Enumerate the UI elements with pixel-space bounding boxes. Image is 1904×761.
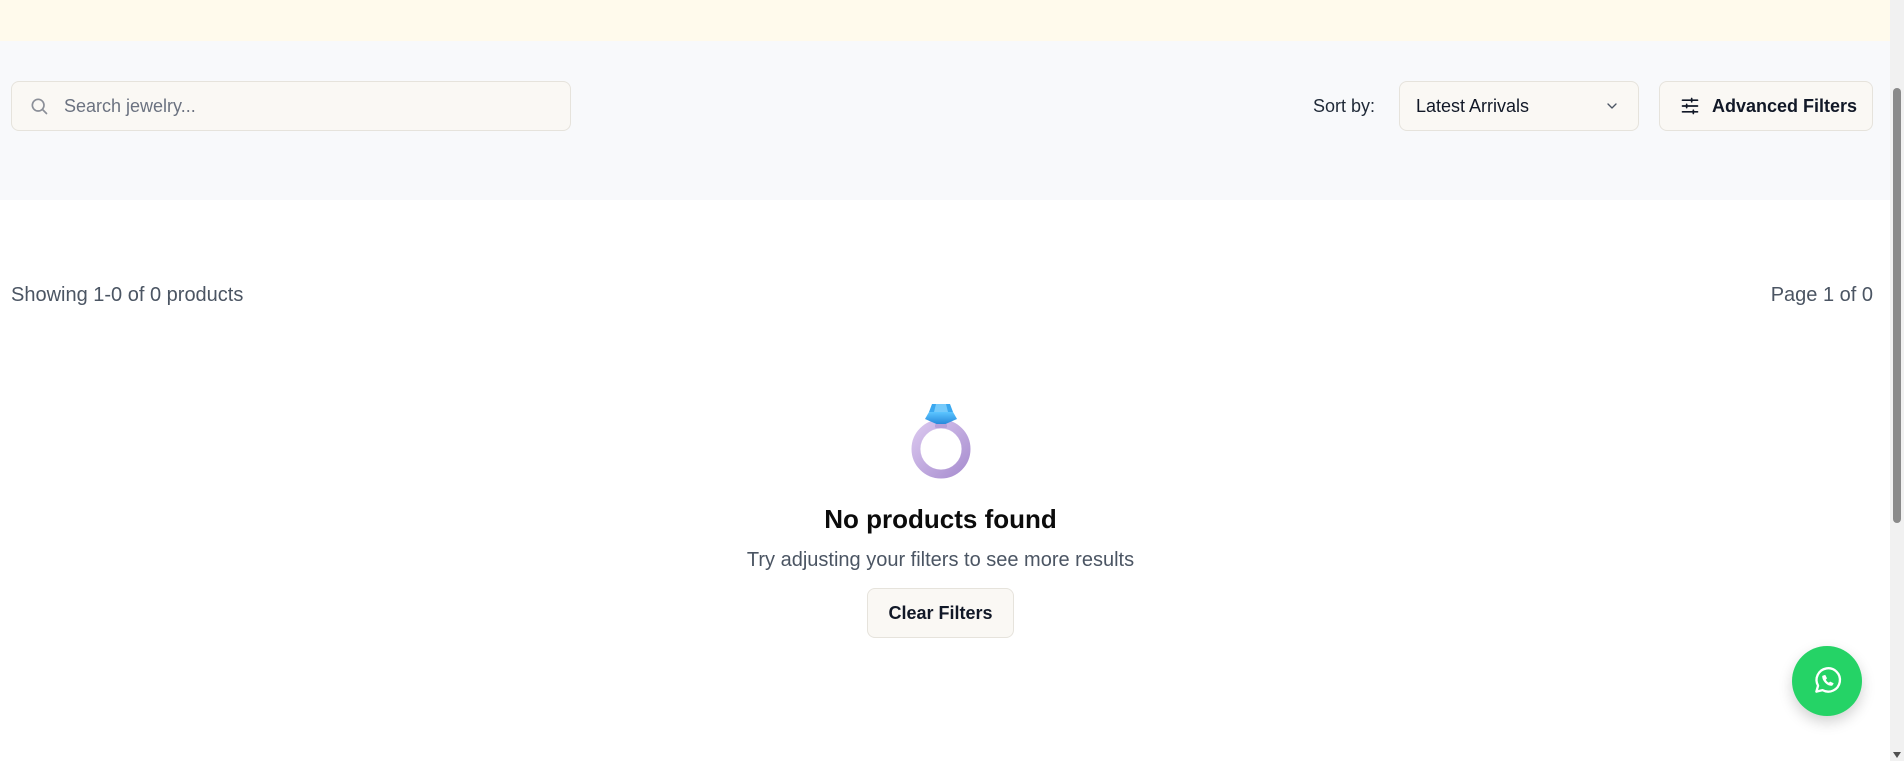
empty-state-title: No products found — [824, 504, 1057, 534]
top-banner-strip — [0, 0, 1890, 41]
sliders-icon — [1680, 96, 1700, 116]
ring-icon — [911, 404, 970, 479]
vertical-scrollbar[interactable] — [1890, 0, 1904, 761]
scrollbar-thumb[interactable] — [1893, 88, 1901, 523]
sort-selected-value: Latest Arrivals — [1416, 95, 1530, 116]
results-count: Showing 1-0 of 0 products — [11, 284, 244, 306]
sort-label: Sort by: — [1313, 96, 1376, 116]
page-indicator: Page 1 of 0 — [1770, 284, 1873, 306]
products-page: Sort by: Latest Arrivals Advan — [0, 0, 1904, 761]
clear-filters-button[interactable]: Clear Filters — [867, 588, 1014, 638]
scroll-down-arrow-icon[interactable] — [1893, 752, 1901, 758]
filter-bar: Sort by: Latest Arrivals Advan — [0, 41, 1890, 200]
advanced-filters-label: Advanced Filters — [1712, 95, 1858, 116]
chevron-down-icon — [1604, 98, 1620, 114]
whatsapp-button[interactable] — [1792, 646, 1862, 716]
empty-state-subtitle: Try adjusting your filters to see more r… — [746, 549, 1135, 571]
search-icon — [28, 95, 50, 117]
empty-state: No products found Try adjusting your fil… — [0, 400, 1881, 638]
whatsapp-icon — [1815, 667, 1842, 693]
sort-select[interactable]: Latest Arrivals — [1399, 81, 1639, 131]
advanced-filters-button[interactable]: Advanced Filters — [1659, 81, 1873, 131]
search-box[interactable] — [11, 81, 571, 131]
search-input[interactable] — [64, 91, 544, 121]
